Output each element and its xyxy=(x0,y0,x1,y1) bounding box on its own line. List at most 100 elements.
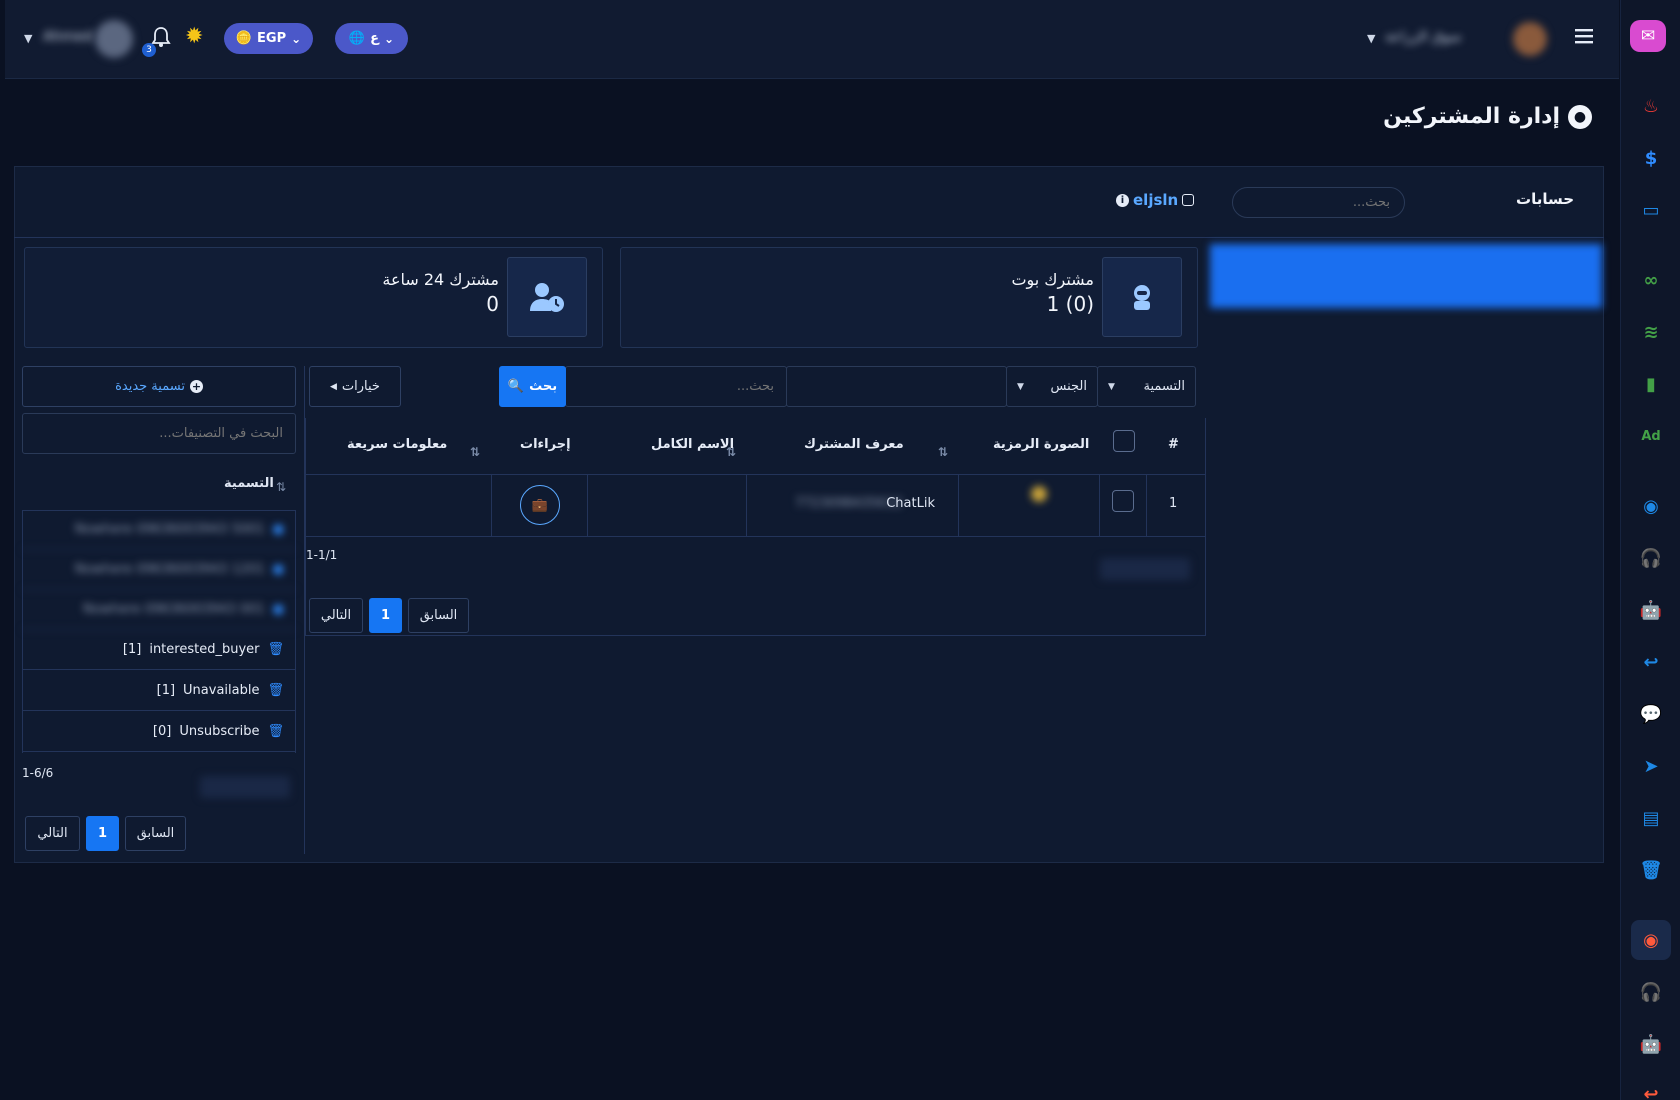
gender-select[interactable]: ▼ الجنس xyxy=(1006,366,1098,407)
list-item[interactable]: Nowhere 09636003943 1201 ● xyxy=(22,550,296,590)
chip-icon[interactable]: ▮ xyxy=(1637,370,1665,398)
user-clock-icon xyxy=(507,257,587,337)
th-full-name[interactable]: الاسم الكامل xyxy=(651,437,734,452)
labels-prev-button[interactable]: السابق xyxy=(125,816,186,851)
language-selector[interactable]: 🌐 ع ⌄ xyxy=(335,23,408,54)
label-select[interactable]: ▼ التسمية xyxy=(1097,366,1196,407)
search-button[interactable]: 🔍 بحث xyxy=(499,366,566,407)
user-circle-icon[interactable]: ◉ xyxy=(1637,492,1665,520)
th-actions: إجراءات xyxy=(520,437,571,452)
search-button-label: بحث xyxy=(529,379,558,394)
send-icon[interactable]: ➤ xyxy=(1637,752,1665,780)
list-item[interactable]: [1] interested_buyer 🗑 xyxy=(22,630,296,670)
label-item-name: Nowhere 09636003943 001 xyxy=(82,602,265,617)
label-item-name: Unsubscribe xyxy=(179,724,260,739)
list-item[interactable]: [0] Unsubscribe 🗑 xyxy=(22,712,296,752)
trash-icon[interactable]: 🗑 xyxy=(267,683,284,698)
labels-range: 1-6/6 xyxy=(22,766,54,780)
row-full-name: ChatLik xyxy=(886,496,935,511)
list-item[interactable]: Nowhere 09636003943 5001 ● xyxy=(22,510,296,550)
reply-icon[interactable]: ↩ xyxy=(1637,648,1665,676)
labels-next-button[interactable]: التالي xyxy=(25,816,80,851)
dollar-icon[interactable]: $ xyxy=(1637,144,1665,172)
sort-icon[interactable]: ⇅ xyxy=(470,445,480,459)
cell-divider xyxy=(958,474,959,536)
user-name[interactable]: Ahmed xyxy=(43,29,93,45)
account-menu-caret-icon[interactable]: ▼ xyxy=(1367,32,1375,45)
right-sidebar: ♨ $ ▭ ∞ ≋ ▮ Ad ◉ 🎧 🤖 ↩ 💬 ➤ ▤ 🗑 ◉ 🎧 🤖 ↩ xyxy=(1620,0,1680,1100)
hamburger-menu-icon[interactable] xyxy=(1573,26,1595,50)
bot-subscribers-label: مشترك بوت xyxy=(1011,270,1094,289)
labels-page-1-button[interactable]: 1 xyxy=(86,816,119,851)
account-list-item[interactable] xyxy=(1210,244,1602,308)
table-page-1-button[interactable]: 1 xyxy=(369,598,402,633)
subscriber-search-input[interactable] xyxy=(566,367,786,406)
th-avatar[interactable]: الصورة الرمزية xyxy=(993,437,1089,452)
robot-icon[interactable]: 🤖 xyxy=(1637,596,1665,624)
language-label: ع xyxy=(370,31,379,46)
trash-icon[interactable]: 🗑 xyxy=(1637,856,1665,884)
gender-select-value: الجنس xyxy=(1050,379,1087,394)
trash-icon[interactable]: 🗑 xyxy=(267,642,284,657)
table-prev-button[interactable]: السابق xyxy=(408,598,469,633)
currency-selector[interactable]: 🪙 EGP ⌄ xyxy=(224,23,313,54)
sort-icon[interactable]: ⇅ xyxy=(276,480,286,494)
currency-label: EGP xyxy=(257,31,287,46)
cast-icon[interactable]: ▭ xyxy=(1637,196,1665,224)
options-button[interactable]: ◀ خيارات xyxy=(309,366,401,407)
trash-icon[interactable]: ● xyxy=(273,522,284,537)
th-subscriber-id[interactable]: معرف المشترك xyxy=(804,437,904,452)
labels-column-header[interactable]: التسمية xyxy=(224,476,274,491)
chevron-down-icon: ⌄ xyxy=(384,31,395,46)
label-item-count: [0] xyxy=(152,724,172,739)
list-item[interactable]: [1] Unavailable 🗑 xyxy=(22,671,296,711)
trash-icon[interactable]: ● xyxy=(273,602,284,617)
account-name[interactable]: سوق الزراعة xyxy=(1385,29,1462,45)
sort-icon[interactable]: ⇅ xyxy=(938,445,948,459)
table-next-button[interactable]: التالي xyxy=(309,598,363,633)
table-right-border xyxy=(1205,418,1206,636)
ad-icon[interactable]: Ad xyxy=(1637,422,1665,450)
row-checkbox[interactable] xyxy=(1112,490,1134,512)
panel-divider xyxy=(14,237,1604,238)
new-label-button[interactable]: تسمية جديدة + xyxy=(22,366,296,407)
briefcase-icon: 💼 xyxy=(531,497,549,513)
accounts-label: حسابات xyxy=(1516,190,1575,208)
chat-icon[interactable]: 💬 xyxy=(1637,700,1665,728)
row-actions-button[interactable]: 💼 xyxy=(520,485,560,525)
avatar[interactable] xyxy=(95,20,133,58)
trash-icon[interactable]: ● xyxy=(273,562,284,577)
labels-panel-border xyxy=(304,366,305,854)
label-item-name: Unavailable xyxy=(183,683,260,698)
trash-icon[interactable]: 🗑 xyxy=(267,724,284,739)
th-quick-info: معلومات سريعة xyxy=(347,437,448,452)
inbox-icon[interactable]: ▤ xyxy=(1637,804,1665,832)
subscriber-search[interactable] xyxy=(565,366,787,407)
support-icon[interactable]: 🎧 xyxy=(1637,978,1665,1006)
coins-icon: 🪙 xyxy=(235,31,253,46)
accounts-search-input[interactable] xyxy=(1233,188,1404,217)
row-avatar xyxy=(1031,486,1047,502)
select-all-checkbox[interactable] xyxy=(1113,430,1135,452)
reply-arrow-icon[interactable]: ↩ xyxy=(1637,1080,1665,1100)
headset-icon[interactable]: 🎧 xyxy=(1637,544,1665,572)
link-icon[interactable]: ∞ xyxy=(1637,266,1665,294)
extra-filter-field[interactable] xyxy=(786,366,1007,407)
caret-left-icon: ◀ xyxy=(330,381,337,392)
subscribers-icon[interactable]: ◉ xyxy=(1631,920,1671,960)
labels-search[interactable] xyxy=(22,413,296,454)
user-menu-caret-icon[interactable]: ▼ xyxy=(24,32,32,45)
accounts-search[interactable] xyxy=(1232,187,1405,218)
fire-icon[interactable]: ♨ xyxy=(1637,92,1665,120)
list-item[interactable]: Nowhere 09636003943 001 ● xyxy=(22,590,296,630)
wifi-icon[interactable]: ≋ xyxy=(1637,318,1665,346)
account-avatar[interactable] xyxy=(1513,22,1547,56)
app-logo[interactable]: ✉ xyxy=(1630,20,1666,52)
theme-toggle-sun-icon[interactable]: ✹ xyxy=(185,24,203,49)
table-bottom-border xyxy=(305,635,1205,636)
cell-divider xyxy=(746,474,747,536)
labels-search-input[interactable] xyxy=(23,414,295,453)
active-account[interactable]: i eljsln xyxy=(1116,191,1195,209)
bot-icon[interactable]: 🤖 xyxy=(1637,1030,1665,1058)
active-account-name: eljsln xyxy=(1133,191,1179,209)
